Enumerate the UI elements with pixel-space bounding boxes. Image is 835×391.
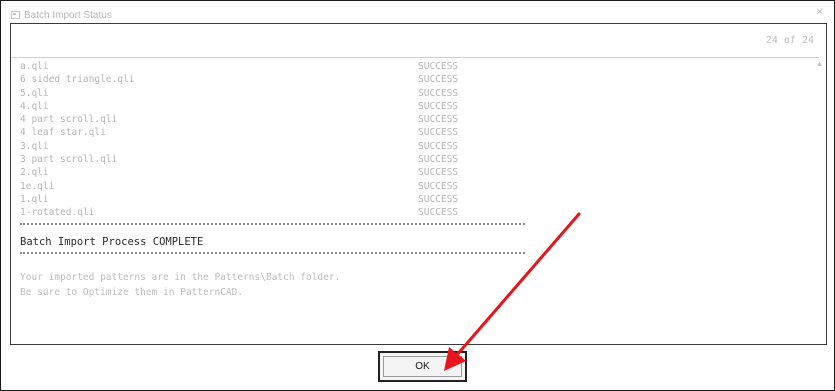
annotation-arrow-head	[444, 347, 466, 371]
annotation-arrow	[444, 212, 581, 371]
annotation-arrow-shaft	[454, 212, 581, 358]
